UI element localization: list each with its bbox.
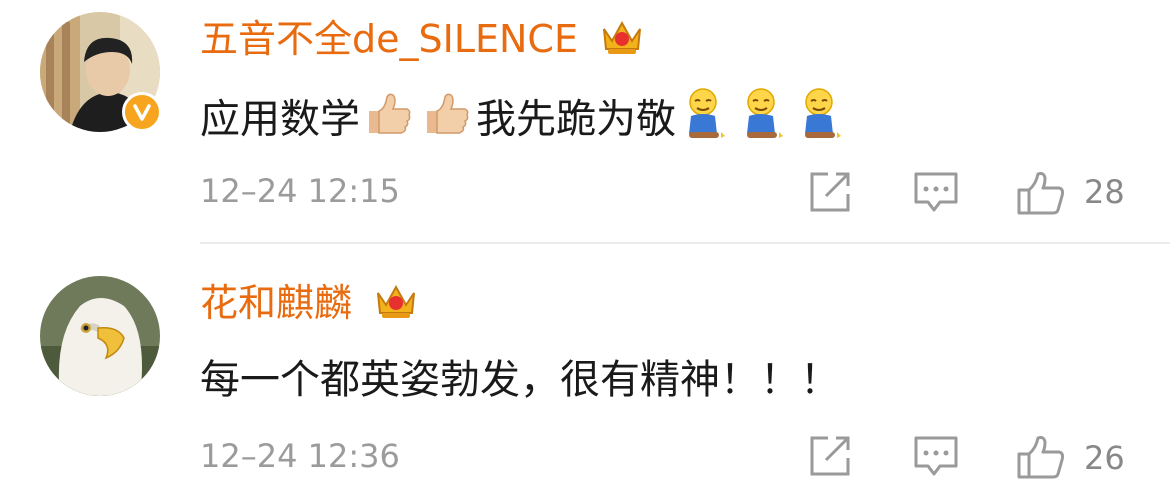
thumbs-up-outline-icon [1017, 172, 1065, 215]
username-text[interactable]: 花和麒麟 [200, 281, 352, 325]
thumbs-up-icon [421, 91, 473, 152]
comment-text-mid: 我先跪为敬 [476, 96, 676, 143]
thumbs-up-outline-icon [1017, 436, 1065, 479]
kneeling-emoji-icon [737, 86, 789, 157]
thumbs-up-icon [363, 91, 415, 152]
reply-button[interactable] [912, 434, 960, 478]
verified-badge [122, 92, 162, 132]
crown-vip-icon [374, 281, 418, 331]
comment-icon [914, 172, 958, 212]
comment-item: 花和麒麟 每一个都英姿勃发，很有精神！！！ 12–24 12:36 26 [0, 244, 1170, 488]
share-icon [810, 436, 850, 476]
comment-icon [914, 436, 958, 476]
like-button[interactable] [1016, 170, 1066, 216]
timestamp: 12–24 12:15 [200, 172, 400, 210]
comment-text: 每一个都英姿勃发，很有精神！！！ [200, 357, 840, 403]
kneeling-emoji-icon [679, 86, 731, 157]
avatar[interactable] [40, 276, 160, 396]
comment-text-prefix: 应用数学 [200, 96, 360, 143]
username[interactable]: 花和麒麟 [200, 280, 418, 331]
share-icon [810, 172, 850, 212]
timestamp: 12–24 12:36 [200, 437, 400, 475]
comment-text: 应用数学 我先跪为敬 [200, 86, 850, 157]
share-button[interactable] [808, 434, 852, 478]
comment-item: 五音不全de_SILENCE 应用数学 我先跪为敬 12–24 12:15 28 [0, 0, 1170, 244]
username[interactable]: 五音不全de_SILENCE [200, 16, 644, 67]
verified-v-badge-icon [133, 104, 151, 121]
crown-vip-icon [600, 17, 644, 67]
like-count: 28 [1084, 173, 1125, 211]
like-count: 26 [1084, 439, 1125, 477]
kneeling-emoji-icon [795, 86, 847, 157]
like-button[interactable] [1016, 434, 1066, 480]
username-text[interactable]: 五音不全de_SILENCE [200, 17, 578, 61]
reply-button[interactable] [912, 170, 960, 214]
share-button[interactable] [808, 170, 852, 214]
